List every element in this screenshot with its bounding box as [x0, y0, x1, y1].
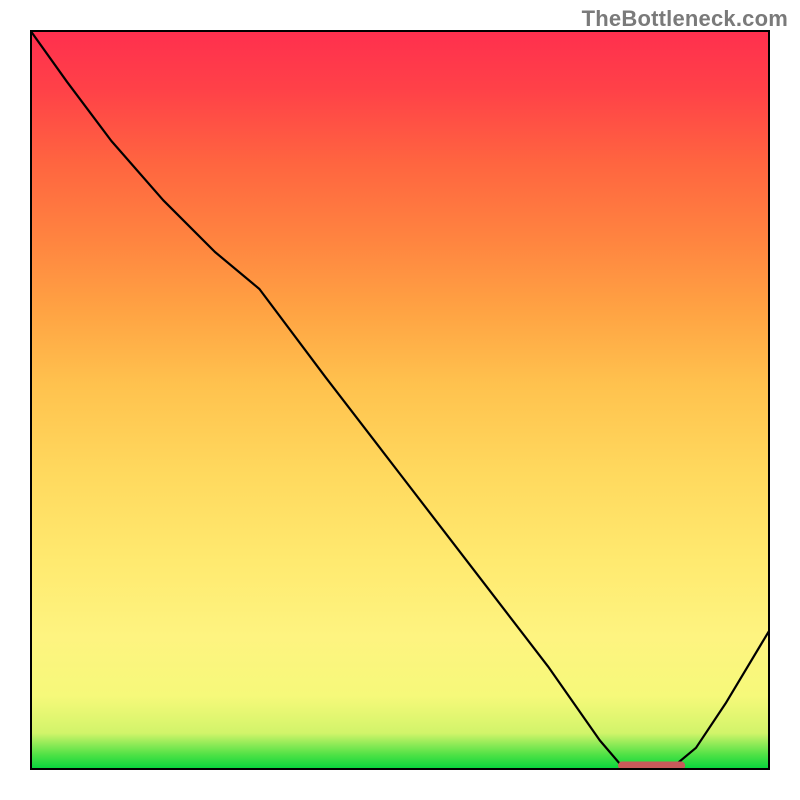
- chart-overlay: [30, 30, 770, 770]
- plot-area: [30, 30, 770, 770]
- chart-frame: TheBottleneck.com: [0, 0, 800, 800]
- watermark-text: TheBottleneck.com: [582, 6, 788, 32]
- curve-line: [30, 30, 770, 770]
